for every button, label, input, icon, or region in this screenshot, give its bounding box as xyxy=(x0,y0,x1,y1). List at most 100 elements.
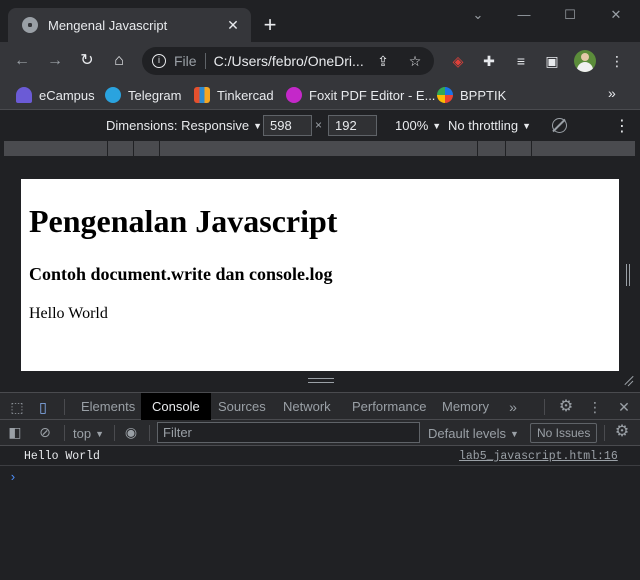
maximize-icon[interactable]: ☐ xyxy=(559,4,581,26)
tab-title: Mengenal Javascript xyxy=(48,17,168,33)
resize-corner-handle[interactable] xyxy=(622,374,636,388)
toolbar-divider xyxy=(149,425,150,441)
console-log-row: Hello World lab5_javascript.html:16 xyxy=(0,446,640,466)
console-prompt-icon[interactable]: › xyxy=(9,470,17,485)
issues-button[interactable]: No Issues xyxy=(530,423,598,443)
minimize-icon[interactable]: — xyxy=(513,4,535,26)
devtools-menu-kebab-icon[interactable]: ⋮ xyxy=(586,398,604,416)
tab-sources[interactable]: Sources xyxy=(207,393,277,420)
tab-elements[interactable]: Elements xyxy=(70,393,146,420)
inspect-element-icon[interactable]: ⬚ xyxy=(8,398,26,416)
bookmark-telegram[interactable]: Telegram xyxy=(105,85,181,105)
more-tabs-icon[interactable]: » xyxy=(504,398,522,416)
browser-tab[interactable]: Mengenal Javascript ✕ xyxy=(8,8,251,42)
bookmark-label: Tinkercad xyxy=(217,87,274,103)
resize-height-handle[interactable] xyxy=(308,378,334,383)
toolbar-divider xyxy=(604,425,605,441)
bookmark-label: Foxit PDF Editor - E... xyxy=(309,87,436,103)
back-icon[interactable]: ← xyxy=(11,50,33,72)
media-query-segment[interactable] xyxy=(160,141,478,156)
resize-width-handle[interactable] xyxy=(626,264,630,286)
tab-network[interactable]: Network xyxy=(272,393,342,420)
reload-icon[interactable]: ↻ xyxy=(76,50,98,72)
device-toggle-icon[interactable]: ▯ xyxy=(34,398,52,416)
forward-icon[interactable]: → xyxy=(44,50,66,72)
rotate-disabled-icon[interactable] xyxy=(552,118,567,133)
tab-close-icon[interactable]: ✕ xyxy=(225,17,241,33)
toolbar-divider xyxy=(64,425,65,441)
window-close-icon[interactable]: ✕ xyxy=(605,4,627,26)
throttling-select[interactable]: No throttling ▼ xyxy=(448,118,531,133)
device-menu-kebab-icon[interactable]: ⋮ xyxy=(614,116,630,136)
info-icon[interactable]: i xyxy=(152,54,166,68)
bookmark-foxit[interactable]: Foxit PDF Editor - E... xyxy=(286,85,435,105)
tab-search-icon[interactable]: ⌄ xyxy=(467,4,489,26)
media-query-segment[interactable] xyxy=(532,141,636,156)
console-log-source-link[interactable]: lab5_javascript.html:16 xyxy=(459,450,618,463)
bookmark-ecampus[interactable]: eCampus xyxy=(16,85,95,105)
profile-avatar[interactable] xyxy=(574,50,596,72)
media-query-bar[interactable] xyxy=(4,141,636,156)
globe-icon xyxy=(22,17,38,33)
side-panel-icon[interactable]: ▣ xyxy=(542,51,562,71)
dimensions-label: Dimensions: Responsive xyxy=(106,118,250,133)
bookmark-tinkercad[interactable]: Tinkercad xyxy=(194,85,274,105)
bookmark-star-icon[interactable]: ☆ xyxy=(406,52,424,70)
toolbar-divider xyxy=(114,425,115,441)
sidebar-toggle-icon[interactable]: ◧ xyxy=(6,423,24,441)
settings-gear-icon[interactable]: ⚙ xyxy=(557,398,575,416)
height-input[interactable]: 192 xyxy=(328,115,377,136)
live-expression-eye-icon[interactable]: ◉ xyxy=(122,423,140,441)
console-panel[interactable]: Hello World lab5_javascript.html:16 › xyxy=(0,446,640,580)
url-scheme: File xyxy=(174,53,197,69)
puzzle-icon[interactable]: ✚ xyxy=(479,51,499,71)
foxit-icon xyxy=(286,87,302,103)
page-body-text: Hello World xyxy=(29,305,108,322)
devtools-tabbar: ⬚ ▯ Elements Console Sources Network Per… xyxy=(0,392,640,420)
bookmarks-bar: eCampus Telegram Tinkercad Foxit PDF Edi… xyxy=(0,80,640,110)
bpptik-icon xyxy=(437,87,453,103)
tab-console[interactable]: Console xyxy=(141,393,211,420)
ecampus-icon xyxy=(16,87,32,103)
omnibox-divider xyxy=(204,53,206,69)
toolbar-divider xyxy=(64,399,65,415)
caret-down-icon: ▼ xyxy=(253,121,262,131)
dimensions-select[interactable]: Dimensions: Responsive ▼ xyxy=(106,118,262,133)
bookmarks-overflow-button[interactable]: » xyxy=(608,85,616,101)
extension-icon[interactable]: ◈ xyxy=(448,51,468,71)
address-bar[interactable]: i File C:/Users/febro/OneDri... ⇪ ☆ xyxy=(142,47,434,75)
tab-performance[interactable]: Performance xyxy=(341,393,437,420)
media-query-segment[interactable] xyxy=(478,141,506,156)
media-query-segment[interactable] xyxy=(4,141,108,156)
clear-console-icon[interactable]: ⊘ xyxy=(36,423,54,441)
page-heading: Pengenalan Javascript xyxy=(29,203,338,239)
times-icon: × xyxy=(315,118,323,132)
context-label: top xyxy=(73,426,92,441)
media-query-segment[interactable] xyxy=(108,141,134,156)
caret-down-icon: ▼ xyxy=(522,121,532,131)
context-select[interactable]: top ▼ xyxy=(73,426,104,441)
share-icon[interactable]: ⇪ xyxy=(374,52,392,70)
media-query-segment[interactable] xyxy=(134,141,160,156)
log-levels-select[interactable]: Default levels ▼ xyxy=(428,426,519,441)
url-text[interactable]: C:/Users/febro/OneDri... xyxy=(214,53,374,69)
new-tab-button[interactable]: + xyxy=(259,14,281,36)
caret-down-icon: ▼ xyxy=(95,429,104,439)
console-filter-input[interactable]: Filter xyxy=(157,422,420,443)
width-input[interactable]: 598 xyxy=(263,115,312,136)
tab-strip: Mengenal Javascript ✕ + ⌄ — ☐ ✕ xyxy=(0,0,640,42)
devtools-close-icon[interactable]: ✕ xyxy=(615,398,633,416)
zoom-select[interactable]: 100% ▼ xyxy=(395,118,441,133)
media-control-icon[interactable]: ≡ xyxy=(511,51,531,71)
media-query-segment[interactable] xyxy=(506,141,532,156)
console-log-message: Hello World xyxy=(24,450,100,463)
page-viewport: Pengenalan Javascript Contoh document.wr… xyxy=(21,179,619,371)
menu-kebab-icon[interactable]: ⋮ xyxy=(607,51,627,71)
console-settings-gear-icon[interactable]: ⚙ xyxy=(613,423,631,441)
bookmark-label: eCampus xyxy=(39,87,95,103)
page-subheading: Contoh document.write dan console.log xyxy=(29,264,333,284)
home-icon[interactable]: ⌂ xyxy=(108,50,130,72)
zoom-label: 100% xyxy=(395,118,429,133)
bookmark-bpptik[interactable]: BPPTIK xyxy=(437,85,506,105)
tab-memory[interactable]: Memory xyxy=(431,393,500,420)
